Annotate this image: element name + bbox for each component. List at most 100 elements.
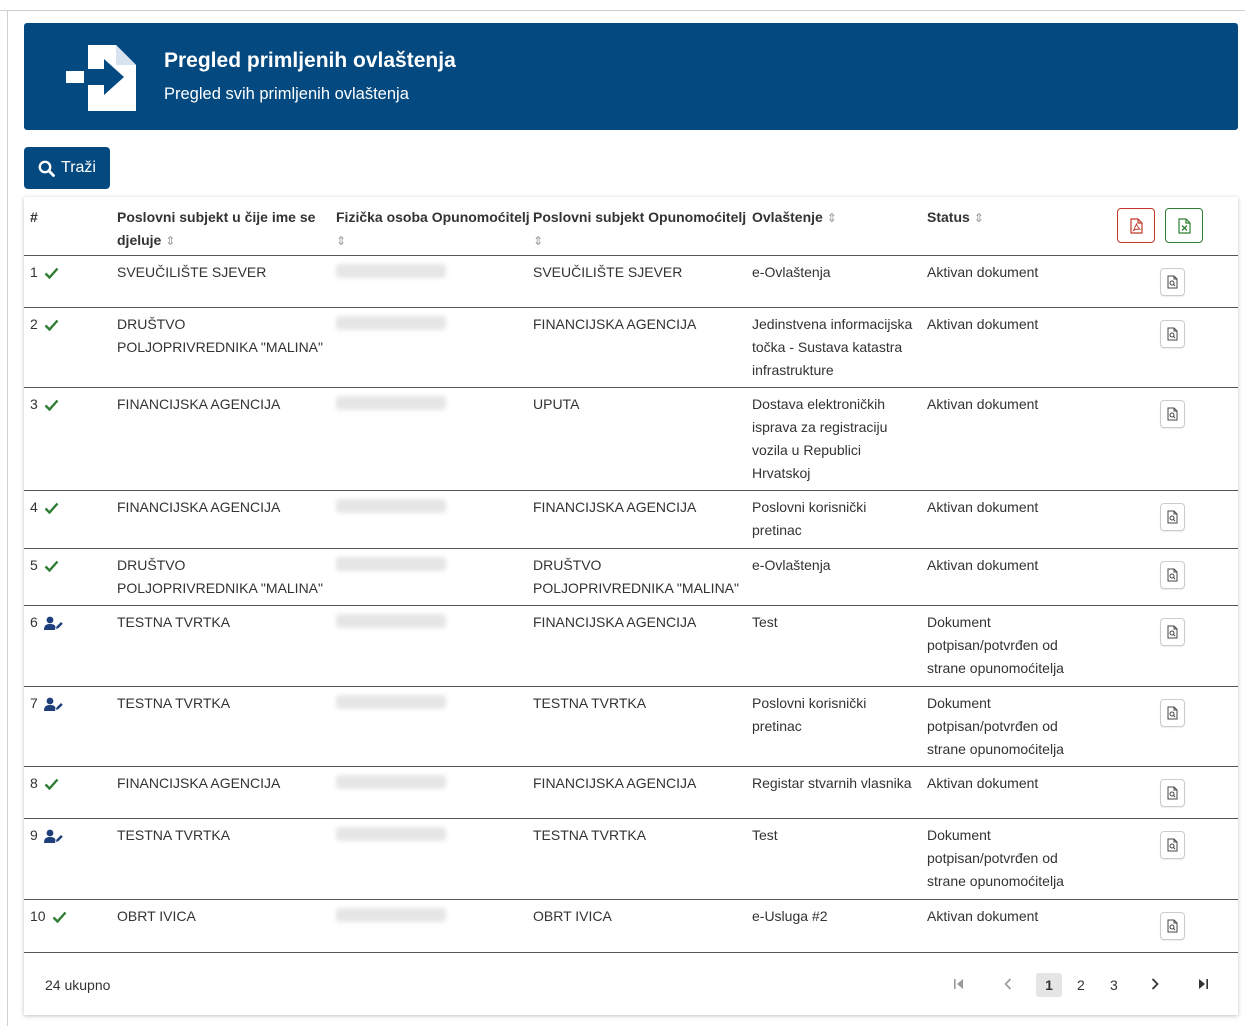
business-entity-cell: DRUŠTVO POLJOPRIVREDNIKA "MALINA" — [533, 557, 739, 596]
row-number-cell: 2 — [30, 313, 59, 336]
table-footer: 24 ukupno 1 2 3 — [24, 955, 1238, 1015]
business-entity-cell: OBRT IVICA — [533, 908, 612, 924]
chevron-right-icon — [1151, 978, 1159, 990]
view-document-button[interactable] — [1160, 912, 1185, 940]
row-number-cell: 7 — [30, 692, 63, 715]
table-row: 2 DRUŠTVO POLJOPRIVREDNIKA "MALINA" IVICA … — [24, 308, 1238, 388]
authorization-cell: Registar stvarnih vlasnika — [752, 775, 912, 791]
view-document-button[interactable] — [1160, 831, 1185, 859]
status-cell: Dokument potpisan/potvrđen od strane opu… — [927, 614, 1064, 676]
document-search-icon — [1167, 407, 1178, 421]
sort-icon: ⇕ — [973, 211, 984, 225]
row-number-cell: 5 — [30, 554, 59, 577]
column-header-subject[interactable]: Poslovni subjekt u čije ime se djeluje ⇕ — [117, 206, 322, 253]
view-document-button[interactable] — [1160, 561, 1185, 589]
search-button[interactable]: Traži — [24, 147, 110, 189]
sort-icon: ⇕ — [165, 234, 176, 248]
document-search-icon — [1167, 838, 1178, 852]
authorization-cell: Dostava elektroničkih isprava za registr… — [752, 396, 888, 481]
physical-person-cell-redacted: IVICA RADOVIĆ — [336, 614, 446, 628]
row-number: 1 — [30, 264, 38, 280]
row-number-cell: 6 — [30, 611, 63, 634]
page-3-button[interactable]: 3 — [1110, 977, 1118, 993]
document-search-icon — [1167, 625, 1178, 639]
physical-person-cell-redacted: IVICA RADOVIĆ — [336, 316, 446, 330]
sort-icon: ⇕ — [336, 234, 347, 248]
row-number: 2 — [30, 316, 38, 332]
authorization-cell: e-Ovlaštenja — [752, 557, 831, 573]
check-icon — [44, 502, 59, 514]
physical-person-cell-redacted: IVICA RADOVIĆ — [336, 695, 446, 709]
row-number: 6 — [30, 614, 38, 630]
previous-page-button[interactable] — [1003, 977, 1013, 993]
row-number: 9 — [30, 827, 38, 843]
column-header-authorization[interactable]: Ovlaštenje ⇕ — [752, 206, 837, 230]
table-row: 1 SVEUČILIŠTE SJEVER IVANA LUKIĆ SVEUČILIŠT… — [24, 256, 1238, 308]
view-document-button[interactable] — [1160, 699, 1185, 727]
status-cell: Aktivan dokument — [927, 264, 1039, 280]
view-document-button[interactable] — [1160, 320, 1185, 348]
business-entity-cell: TESTNA TVRTKA — [533, 695, 647, 711]
status-cell: Aktivan dokument — [927, 396, 1039, 412]
physical-person-cell-redacted: IVICA RADOVIĆ — [336, 499, 446, 513]
physical-person-cell-redacted: IVICA RADOVIĆ — [336, 775, 446, 789]
table-row: 6 TESTNA TVRTKA IVICA RADOVIĆ FINANCIJSKA A… — [24, 606, 1238, 687]
check-icon — [44, 319, 59, 331]
authorization-cell: Poslovni korisnički pretinac — [752, 499, 867, 538]
row-number-cell: 1 — [30, 261, 59, 284]
status-cell: Aktivan dokument — [927, 775, 1039, 791]
view-document-button[interactable] — [1160, 618, 1185, 646]
check-icon — [44, 778, 59, 790]
first-page-icon — [954, 979, 963, 989]
excel-file-icon — [1177, 217, 1191, 234]
document-search-icon — [1167, 786, 1178, 800]
status-cell: Aktivan dokument — [927, 908, 1039, 924]
column-header-business[interactable]: Poslovni subjekt Opunomoćitelj ⇕ — [533, 206, 748, 253]
last-page-button[interactable] — [1197, 977, 1209, 993]
table-row: 4 FINANCIJSKA AGENCIJA IVICA RADOVIĆ FINANC… — [24, 491, 1238, 549]
authorization-cell: e-Usluga #2 — [752, 908, 828, 924]
page-2-button[interactable]: 2 — [1077, 977, 1085, 993]
status-cell: Aktivan dokument — [927, 316, 1039, 332]
table-row: 5 DRUŠTVO POLJOPRIVREDNIKA "MALINA" MARIJA… — [24, 549, 1238, 606]
authorization-cell: Jedinstvena informacijska točka - Sustav… — [752, 316, 913, 378]
business-entity-cell: FINANCIJSKA AGENCIJA — [533, 499, 697, 515]
physical-person-cell-redacted: IVANA LUKIĆ — [336, 264, 446, 278]
next-page-button[interactable] — [1150, 977, 1160, 993]
view-document-button[interactable] — [1160, 268, 1185, 296]
page-subtitle: Pregled svih primljenih ovlaštenja — [164, 85, 409, 103]
physical-person-cell-redacted: MARIJA HORVAT — [336, 557, 446, 571]
business-entity-cell: FINANCIJSKA AGENCIJA — [533, 775, 697, 791]
user-edit-icon — [43, 616, 63, 630]
document-search-icon — [1167, 919, 1178, 933]
subject-cell: FINANCIJSKA AGENCIJA — [117, 775, 281, 791]
authorizations-table: # Poslovni subjekt u čije ime se djeluje… — [24, 197, 1238, 1015]
document-import-icon — [66, 45, 136, 111]
export-pdf-button[interactable] — [1117, 208, 1155, 243]
document-search-icon — [1167, 706, 1178, 720]
export-excel-button[interactable] — [1165, 208, 1203, 243]
document-search-icon — [1167, 510, 1178, 524]
subject-cell: FINANCIJSKA AGENCIJA — [117, 499, 281, 515]
row-number: 5 — [30, 557, 38, 573]
business-entity-cell: TESTNA TVRTKA — [533, 827, 647, 843]
subject-cell: SVEUČILIŠTE SJEVER — [117, 264, 267, 280]
view-document-button[interactable] — [1160, 503, 1185, 531]
subject-cell: DRUŠTVO POLJOPRIVREDNIKA "MALINA" — [117, 557, 323, 596]
view-document-button[interactable] — [1160, 400, 1185, 428]
first-page-button[interactable] — [953, 977, 965, 993]
check-icon — [52, 911, 66, 923]
business-entity-cell: SVEUČILIŠTE SJEVER — [533, 264, 683, 280]
subject-cell: TESTNA TVRTKA — [117, 695, 231, 711]
authorization-cell: Test — [752, 614, 778, 630]
subject-cell: FINANCIJSKA AGENCIJA — [117, 396, 281, 412]
view-document-button[interactable] — [1160, 779, 1185, 807]
row-number-cell: 3 — [30, 393, 59, 416]
column-header-physical[interactable]: Fizička osoba Opunomoćitelj ⇕ — [336, 206, 531, 253]
column-header-status[interactable]: Status ⇕ — [927, 206, 984, 230]
sort-icon: ⇕ — [826, 211, 837, 225]
row-number: 4 — [30, 499, 38, 515]
table-row: 9 TESTNA TVRTKA IVICA RADOVIĆ TESTNA TVRTKA… — [24, 819, 1238, 900]
business-entity-cell: FINANCIJSKA AGENCIJA — [533, 316, 697, 332]
page-1-button[interactable]: 1 — [1036, 973, 1062, 997]
